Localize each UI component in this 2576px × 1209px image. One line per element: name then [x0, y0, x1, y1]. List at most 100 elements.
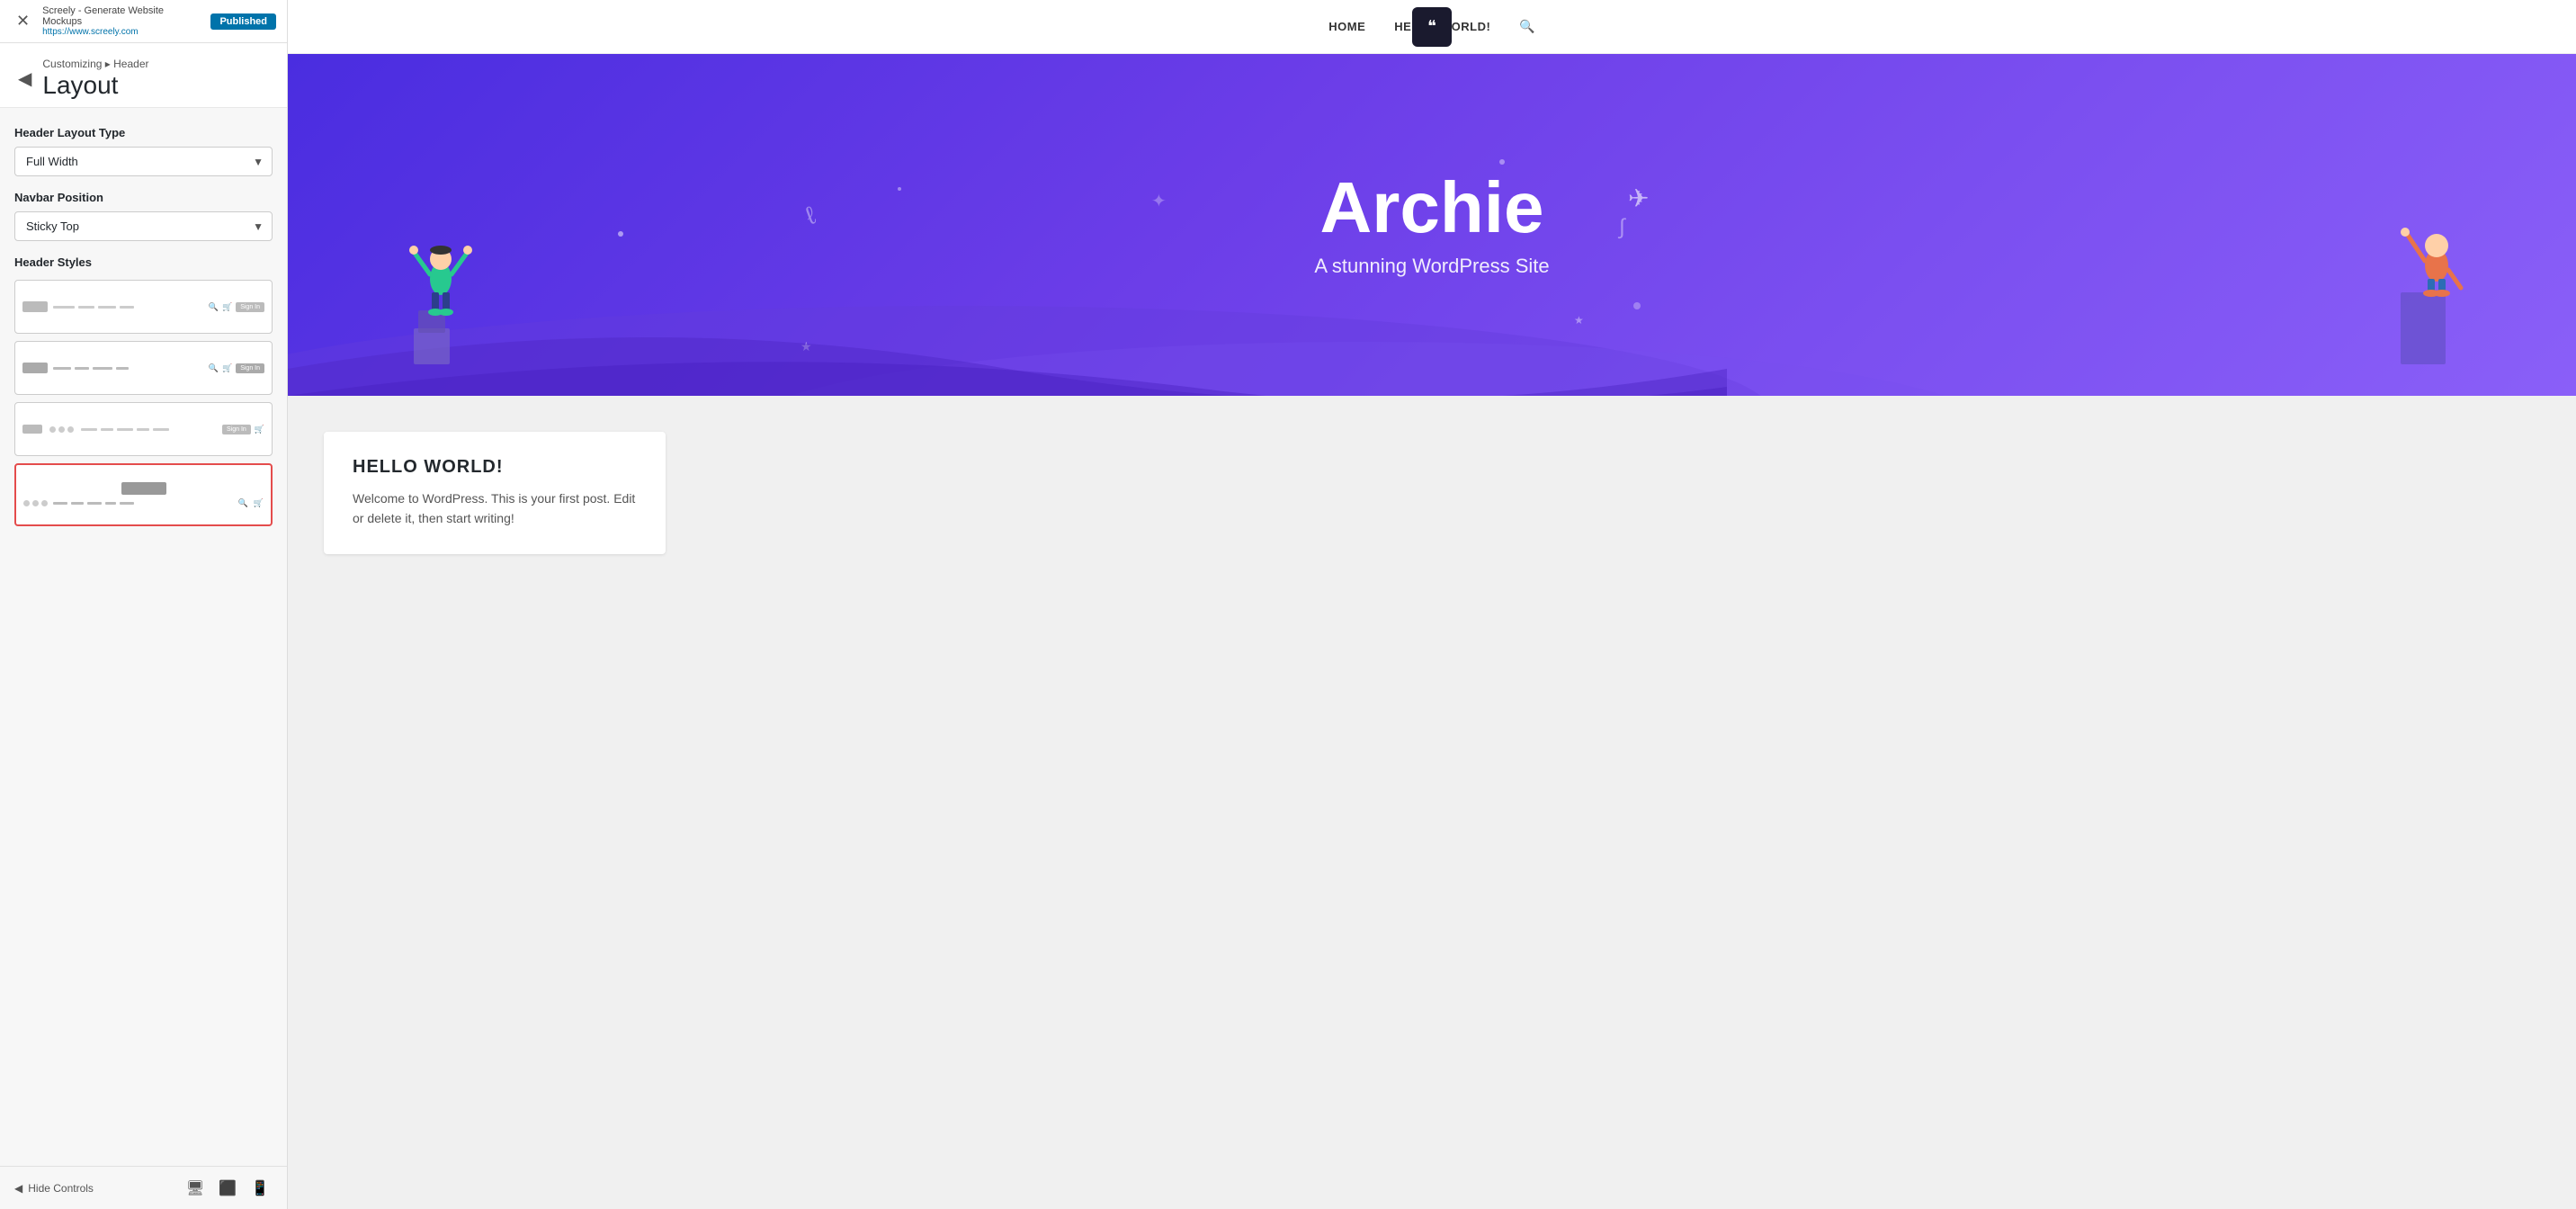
desktop-view-button[interactable]: 🖥: [183, 1178, 208, 1199]
back-button[interactable]: ◀: [14, 64, 35, 94]
hide-controls-label: Hide Controls: [28, 1182, 94, 1195]
style-1-cart-icon: 🛒: [222, 302, 232, 312]
figure-right-svg: [2387, 166, 2486, 364]
layout-type-wrapper: Full Width Boxed Fluid ▼: [14, 147, 273, 176]
bottom-bar: ◀ Hide Controls 🖥 ⬛ 📱: [0, 1166, 287, 1209]
layout-type-label: Header Layout Type: [14, 126, 273, 139]
style-2-nav: [53, 367, 203, 370]
style-1-inner: 🔍 🛒 Sign In: [22, 301, 264, 312]
post-title: HELLO WORLD!: [353, 457, 637, 478]
nav-line: [98, 306, 116, 309]
social-dot: [41, 500, 48, 506]
breadcrumb: Customizing ▸ Header: [42, 58, 273, 70]
nav-line: [78, 306, 94, 309]
site-preview: ❝ HOME HELLO WORLD! 🔍 ★ ★ ℓ ∫ ✦ ✈: [288, 0, 2576, 1209]
post-card: HELLO WORLD! Welcome to WordPress. This …: [324, 432, 666, 554]
style-option-2[interactable]: 🔍 🛒 Sign In: [14, 341, 273, 395]
style-3-cart-icon: 🛒: [255, 425, 264, 434]
social-dot: [49, 426, 56, 433]
mobile-view-button[interactable]: 📱: [247, 1178, 273, 1199]
style-3-signin: Sign In: [222, 425, 251, 434]
header-styles-label: Header Styles: [14, 255, 273, 269]
style-3-logo: [22, 425, 42, 434]
style-2-actions: 🔍 🛒 Sign In: [209, 363, 264, 373]
style-4-bottom-row: 🔍 🛒: [23, 498, 264, 508]
style-4-social: [23, 500, 48, 506]
logo-icon: ❝: [1427, 17, 1436, 36]
nav-line: [120, 306, 134, 309]
style-3-inner: Sign In 🛒: [22, 425, 264, 434]
close-button[interactable]: ✕: [11, 10, 35, 32]
hero-figure-left: [396, 184, 486, 369]
top-bar: ✕ Screely - Generate Website Mockups htt…: [0, 0, 287, 43]
site-header: ❝ HOME HELLO WORLD! 🔍: [288, 0, 2576, 54]
hero-subtitle: A stunning WordPress Site: [1314, 255, 1549, 278]
navbar-position-wrapper: Sticky Top Static Fixed ▼: [14, 211, 273, 241]
style-option-1[interactable]: 🔍 🛒 Sign In: [14, 280, 273, 334]
hide-controls-button[interactable]: ◀ Hide Controls: [14, 1182, 94, 1195]
published-badge: Published: [210, 13, 276, 30]
nav-line: [75, 367, 89, 370]
hide-controls-arrow: ◀: [14, 1182, 22, 1195]
url-info: Screely - Generate Website Mockups https…: [42, 5, 203, 37]
style-option-3[interactable]: Sign In 🛒: [14, 402, 273, 456]
navbar-position-select[interactable]: Sticky Top Static Fixed: [14, 211, 273, 241]
post-excerpt: Welcome to WordPress. This is your first…: [353, 488, 637, 529]
style-1-search-icon: 🔍: [209, 302, 219, 312]
customizer-panel: ✕ Screely - Generate Website Mockups htt…: [0, 0, 288, 1209]
nav-search-icon[interactable]: 🔍: [1519, 19, 1534, 34]
social-dot: [32, 500, 39, 506]
nav-line: [153, 428, 169, 431]
nav-line: [53, 306, 75, 309]
site-title: Screely - Generate Website Mockups: [42, 5, 203, 27]
nav-line: [87, 502, 102, 505]
nav-item-home[interactable]: HOME: [1328, 20, 1365, 33]
svg-text:∫: ∫: [1617, 215, 1626, 239]
svg-text:★: ★: [801, 339, 812, 354]
style-4-cart-icon: 🛒: [254, 498, 264, 508]
nav-line: [71, 502, 84, 505]
breadcrumb-bar: ◀ Customizing ▸ Header Layout: [0, 43, 287, 108]
nav-line: [53, 502, 67, 505]
style-option-4[interactable]: 🔍 🛒: [14, 463, 273, 526]
social-dot: [58, 426, 65, 433]
nav-line: [81, 428, 97, 431]
style-1-signin: Sign In: [236, 302, 264, 312]
style-4-search-icon: 🔍: [238, 498, 248, 508]
tablet-view-button[interactable]: ⬛: [215, 1178, 240, 1199]
breadcrumb-header: Header: [113, 58, 148, 70]
panel-content: Header Layout Type Full Width Boxed Flui…: [0, 108, 287, 1166]
style-2-signin: Sign In: [236, 363, 264, 373]
style-1-actions: 🔍 🛒 Sign In: [209, 302, 264, 312]
site-url: https://www.screely.com: [42, 27, 203, 37]
style-4-nav: [53, 502, 233, 505]
breadcrumb-content: Customizing ▸ Header Layout: [42, 58, 273, 101]
svg-text:✦: ✦: [1151, 192, 1167, 211]
style-2-inner: 🔍 🛒 Sign In: [22, 363, 264, 373]
style-2-logo: [22, 363, 48, 373]
social-dot: [23, 500, 30, 506]
layout-type-select[interactable]: Full Width Boxed Fluid: [14, 147, 273, 176]
nav-line: [53, 367, 71, 370]
page-title: Layout: [42, 70, 273, 101]
style-2-search-icon: 🔍: [209, 363, 219, 373]
svg-text:✈: ✈: [1628, 184, 1649, 212]
style-2-cart-icon: 🛒: [222, 363, 232, 373]
style-options: 🔍 🛒 Sign In 🔍: [14, 280, 273, 526]
navbar-position-label: Navbar Position: [14, 191, 273, 204]
breadcrumb-arrow: ▸: [105, 58, 113, 70]
site-logo-badge: ❝: [1412, 7, 1452, 47]
hero-title: Archie: [1314, 172, 1549, 244]
style-1-nav: [53, 306, 203, 309]
nav-line: [101, 428, 113, 431]
style-1-logo: [22, 301, 48, 312]
nav-line: [117, 428, 133, 431]
style-3-social: [49, 426, 74, 433]
hero-banner: ★ ★ ℓ ∫ ✦ ✈: [288, 54, 2576, 396]
style-4-center-logo: [121, 482, 166, 495]
nav-line: [93, 367, 112, 370]
figure-left-svg: [396, 184, 486, 364]
nav-line: [105, 502, 116, 505]
hero-figure-right: [2387, 166, 2486, 369]
svg-text:ℓ: ℓ: [801, 201, 818, 229]
